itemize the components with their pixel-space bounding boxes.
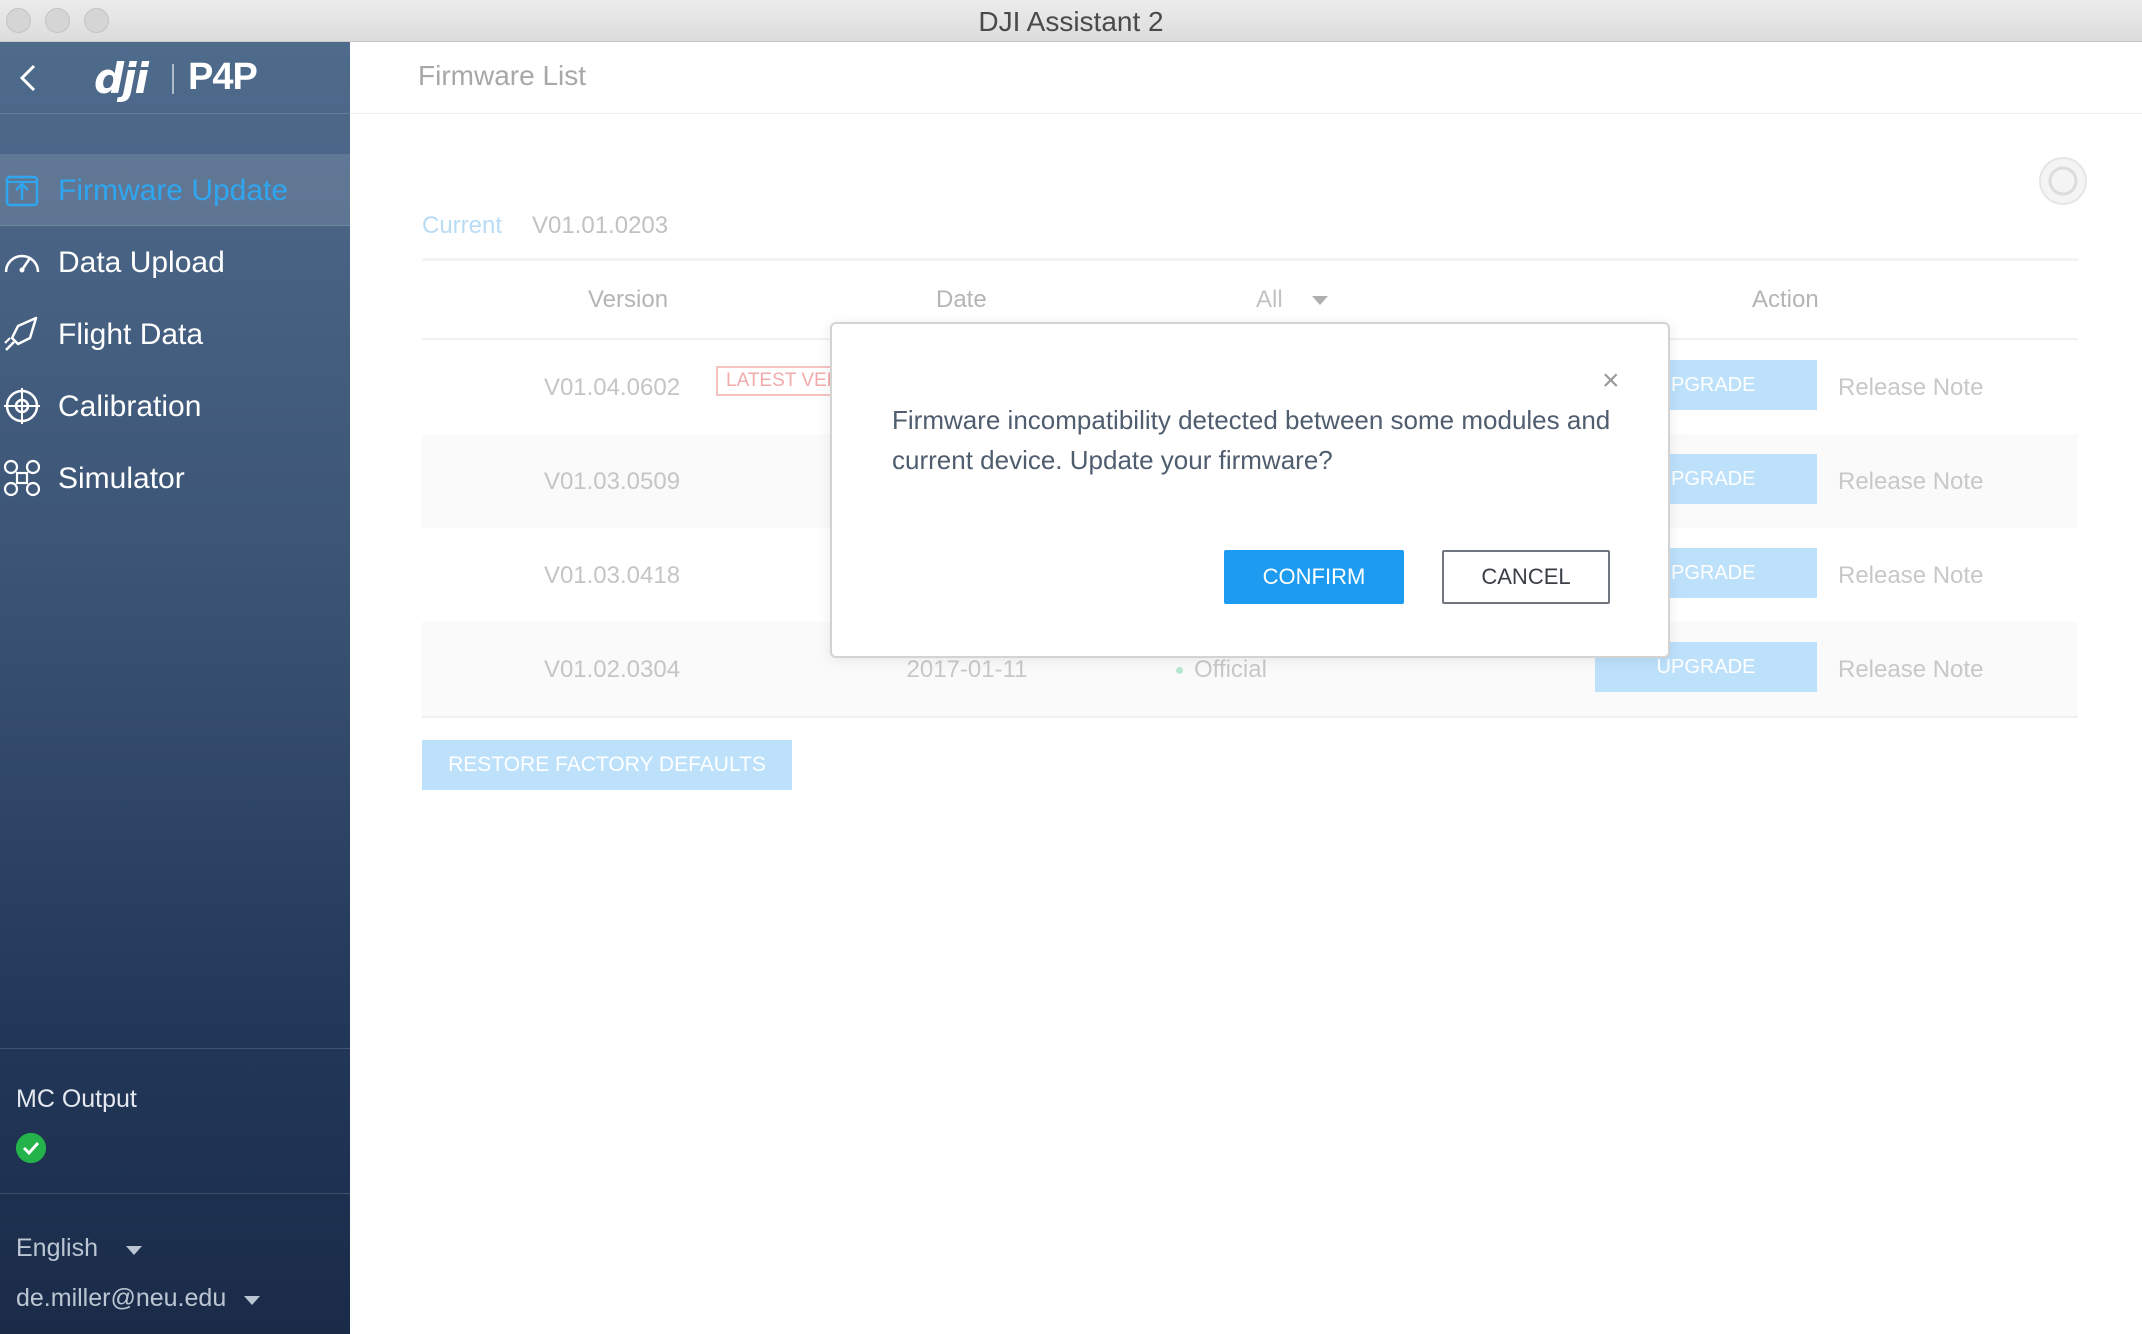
chevron-down-icon <box>1312 296 1328 305</box>
column-header-action: Action <box>1752 286 1819 313</box>
sidebar-item-label: Simulator <box>58 462 185 495</box>
row-date: 2017-01-11 <box>906 656 1028 683</box>
sidebar-item-label: Flight Data <box>58 318 204 351</box>
confirm-button[interactable]: CONFIRM <box>1224 550 1404 604</box>
sidebar-item-simulator[interactable]: Simulator <box>0 442 350 514</box>
sidebar-item-label: Firmware Update <box>58 174 289 207</box>
firmware-incompatibility-dialog: × Firmware incompatibility detected betw… <box>830 322 1670 658</box>
sidebar-item-calibration[interactable]: Calibration <box>0 370 350 442</box>
row-version: V01.03.0418 <box>543 562 681 589</box>
row-version: V01.04.0602 <box>543 374 681 401</box>
row-type: Official <box>1194 656 1267 683</box>
firmware-update-icon <box>5 175 39 207</box>
type-filter-value: All <box>1256 286 1283 313</box>
column-header-date: Date <box>936 286 987 313</box>
row-version: V01.03.0509 <box>543 468 681 495</box>
divider <box>422 258 2078 261</box>
logo-divider <box>172 64 174 94</box>
account-value: de.miller@neu.edu <box>16 1284 227 1312</box>
chevron-down-icon <box>126 1246 142 1255</box>
current-version: V01.01.0203 <box>532 212 669 239</box>
sidebar-item-firmware-update[interactable]: Firmware Update <box>0 154 350 226</box>
dji-logo: dji <box>94 54 149 103</box>
drone-icon <box>3 459 41 497</box>
back-chevron-icon[interactable] <box>10 60 46 96</box>
refresh-icon[interactable] <box>2038 156 2088 206</box>
type-filter-select[interactable]: All <box>1256 282 1336 318</box>
mc-output-label: MC Output <box>16 1085 137 1113</box>
window-titlebar: DJI Assistant 2 <box>0 0 2142 42</box>
sidebar-item-flight-data[interactable]: Flight Data <box>0 298 350 370</box>
release-note-link[interactable]: Release Note <box>1838 468 1983 496</box>
sidebar-item-data-upload[interactable]: Data Upload <box>0 226 350 298</box>
release-note-link[interactable]: Release Note <box>1838 562 1983 590</box>
dialog-message: Firmware incompatibility detected betwee… <box>892 405 1611 475</box>
sidebar: dji P4P Firmware Update Data Upload Flig… <box>0 42 350 1334</box>
divider <box>422 716 2078 718</box>
mc-output-section: MC Output <box>0 1048 350 1194</box>
status-dot <box>1176 667 1183 674</box>
current-label: Current <box>422 212 503 239</box>
sidebar-item-label: Data Upload <box>58 246 225 279</box>
account-select[interactable]: de.miller@neu.edu <box>16 1280 276 1320</box>
column-header-version: Version <box>588 286 669 313</box>
language-select[interactable]: English <box>16 1230 166 1270</box>
rocket-icon <box>4 316 38 351</box>
check-circle-icon <box>16 1133 46 1163</box>
language-value: English <box>16 1234 98 1262</box>
cancel-button[interactable]: CANCEL <box>1442 550 1610 604</box>
release-note-link[interactable]: Release Note <box>1838 374 1983 402</box>
chevron-down-icon <box>244 1296 260 1305</box>
gauge-icon <box>4 254 40 273</box>
main-header: Firmware List <box>350 42 2142 114</box>
row-version: V01.02.0304 <box>543 656 681 683</box>
crosshair-icon <box>4 388 40 424</box>
window-title: DJI Assistant 2 <box>978 6 1164 37</box>
sidebar-header: dji P4P <box>0 42 350 114</box>
restore-factory-defaults-button[interactable]: RESTORE FACTORY DEFAULTS <box>422 740 792 790</box>
close-icon[interactable]: × <box>1602 366 1620 396</box>
model-name: P4P <box>188 56 258 98</box>
page-title: Firmware List <box>418 60 587 91</box>
main-panel: Firmware List Current V01.01.0203 Versio… <box>350 42 2142 1334</box>
release-note-link[interactable]: Release Note <box>1838 656 1983 684</box>
sidebar-item-label: Calibration <box>58 390 202 423</box>
